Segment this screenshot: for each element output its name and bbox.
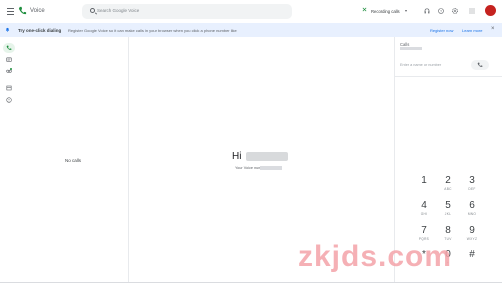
chevron-down-icon: ▾ <box>405 8 408 13</box>
close-icon[interactable]: × <box>491 26 495 32</box>
key-digit: 5 <box>445 200 451 211</box>
key-digit: 6 <box>469 200 475 211</box>
message-icon <box>6 57 12 62</box>
nav-calls[interactable] <box>3 43 15 53</box>
app-title: Voice <box>30 8 45 14</box>
one-click-dialing-banner: Try one-click dialing Register Google Vo… <box>0 23 502 37</box>
help-icon[interactable]: ? <box>438 8 444 14</box>
search-bar[interactable]: Search Google Voice <box>82 4 292 19</box>
key-digit: 2 <box>445 175 451 186</box>
phone-icon <box>477 62 483 67</box>
watermark: zkjds.com <box>298 240 453 273</box>
nav-voicemail[interactable] <box>3 66 15 76</box>
recording-calls-label: Recording calls <box>371 9 400 14</box>
key-digit: 1 <box>421 175 427 186</box>
bell-icon <box>5 27 10 32</box>
key-letters: ABC <box>444 187 452 191</box>
key-letters: WXYZ <box>466 237 478 241</box>
top-bar: Voice Search Google Voice Recording call… <box>0 0 502 23</box>
learn-more-link[interactable]: Learn more <box>462 28 482 33</box>
settings-icon[interactable] <box>452 8 458 14</box>
call-button[interactable] <box>471 60 489 70</box>
greeting: Hi <box>232 151 242 162</box>
phone-icon <box>6 45 12 50</box>
nav-archive[interactable] <box>3 83 15 93</box>
key-digit: 4 <box>421 200 427 211</box>
nav-rail <box>0 37 18 282</box>
bottom-border <box>0 282 502 283</box>
nav-messages[interactable] <box>3 55 15 65</box>
search-input[interactable]: Search Google Voice <box>97 8 139 13</box>
archive-icon <box>6 85 12 91</box>
key-letters: GHI <box>420 212 428 216</box>
recording-calls-button[interactable]: Recording calls ▾ <box>358 6 413 17</box>
register-now-link[interactable]: Register now <box>430 28 453 33</box>
dialpad-key-9[interactable]: 9 WXYZ <box>461 225 483 247</box>
dialpad-key-2[interactable]: 2 ABC <box>437 175 459 197</box>
key-digit: 7 <box>421 225 427 236</box>
banner-text: Register Google Voice so it can make cal… <box>68 28 237 33</box>
voice-logo-icon[interactable] <box>18 6 27 15</box>
nav-spam[interactable] <box>3 95 15 105</box>
key-digit: 9 <box>469 225 475 236</box>
dial-number-input[interactable]: Enter a name or number <box>400 63 441 67</box>
dialpad-key-3[interactable]: 3 DEF <box>461 175 483 197</box>
dialpad-key-4[interactable]: 4 GHI <box>413 200 435 222</box>
redacted-number <box>260 166 282 170</box>
headset-icon[interactable] <box>424 8 430 14</box>
calls-list: No calls <box>18 37 129 282</box>
dialpad-key-6[interactable]: 6 MNO <box>461 200 483 222</box>
banner-title: Try one-click dialing <box>18 28 62 33</box>
apps-grid-icon[interactable] <box>469 8 475 14</box>
avatar[interactable] <box>485 5 496 16</box>
key-digit: 3 <box>469 175 475 186</box>
divider <box>395 76 502 77</box>
voicemail-icon <box>6 68 12 73</box>
redacted-name <box>246 152 288 161</box>
key-digit: # <box>469 249 475 260</box>
recording-icon <box>362 7 367 12</box>
redacted-caller-id <box>400 47 422 50</box>
key-letters: DEF <box>468 187 476 191</box>
key-letters: JKL <box>444 212 452 216</box>
search-icon[interactable] <box>90 8 95 13</box>
menu-icon[interactable] <box>7 8 14 15</box>
spam-icon <box>6 97 12 103</box>
dialpad-key-5[interactable]: 5 JKL <box>437 200 459 222</box>
dialpad-key-1[interactable]: 1 <box>413 175 435 197</box>
key-letters: MNO <box>467 212 477 216</box>
empty-calls-label: No calls <box>64 158 81 163</box>
dialpad-key-hash[interactable]: # <box>461 249 483 271</box>
key-digit: 8 <box>445 225 451 236</box>
svg-text:?: ? <box>440 9 442 13</box>
